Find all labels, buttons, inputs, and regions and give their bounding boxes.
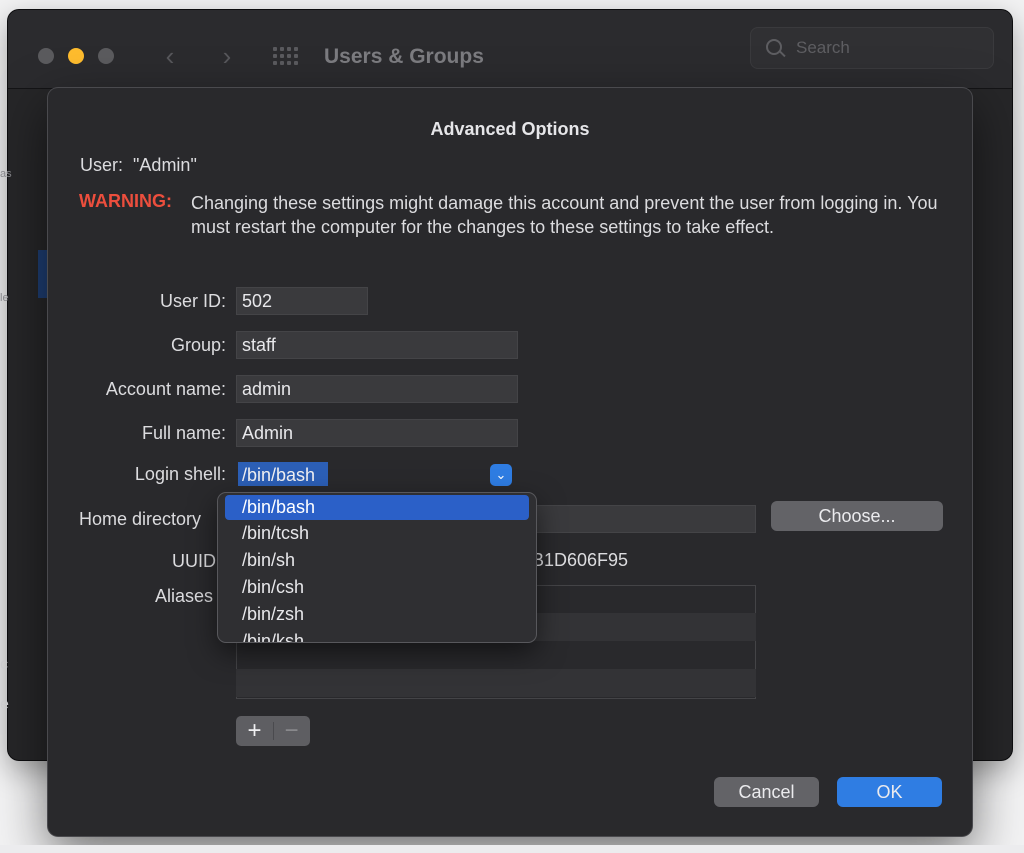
full-name-field[interactable]: Admin <box>236 419 518 447</box>
grid-view-icon[interactable] <box>273 47 299 65</box>
group-label: Group: <box>170 335 226 355</box>
window-titlebar: ‹ › Users & Groups Search <box>8 10 1012 89</box>
ok-button[interactable]: OK <box>837 777 942 807</box>
desktop-edge <box>0 845 1024 853</box>
login-shell-popup[interactable]: /bin/bash ⌄ <box>236 460 518 490</box>
cancel-button[interactable]: Cancel <box>714 777 819 807</box>
behind-text-fragment: c <box>0 656 8 673</box>
menu-item-bin-bash[interactable]: /bin/bash <box>225 495 529 520</box>
search-icon <box>766 39 782 55</box>
home-directory-label: Home directory <box>79 509 202 529</box>
behind-text-fragment: le <box>0 292 9 304</box>
user-id-field[interactable]: 502 <box>236 287 368 315</box>
advanced-options-dialog: Advanced Options User: "Admin" WARNING: … <box>48 88 972 836</box>
full-name-label: Full name: <box>141 423 226 443</box>
behind-text-fragment: e <box>0 696 9 713</box>
user-label: User: <box>80 155 124 175</box>
search-field[interactable]: Search <box>750 27 994 69</box>
close-window-button[interactable] <box>38 48 54 64</box>
zoom-window-button[interactable] <box>98 48 114 64</box>
home-directory-field[interactable] <box>518 505 756 533</box>
sidebar <box>8 130 49 630</box>
group-field[interactable]: staff <box>236 331 518 359</box>
uuid-value: EB1D606F95 <box>520 550 629 570</box>
remove-alias-button[interactable]: − <box>273 716 310 746</box>
add-remove-control: + − <box>236 716 310 746</box>
menu-item-bin-sh[interactable]: /bin/sh <box>225 548 529 573</box>
search-placeholder: Search <box>796 38 850 57</box>
login-shell-value: /bin/bash <box>242 465 316 485</box>
forward-icon[interactable]: › <box>213 39 241 73</box>
account-name-label: Account name: <box>105 379 226 399</box>
list-item[interactable] <box>236 641 756 669</box>
menu-item-bin-ksh[interactable]: /bin/ksh <box>225 629 529 642</box>
account-name-field[interactable]: admin <box>236 375 518 403</box>
login-shell-label: Login shell: <box>134 464 226 484</box>
login-shell-menu: /bin/bash /bin/tcsh /bin/sh /bin/csh /bi… <box>218 493 536 642</box>
menu-item-bin-tcsh[interactable]: /bin/tcsh <box>225 521 529 546</box>
dialog-title: Advanced Options <box>430 119 590 139</box>
behind-text-fragment: as <box>0 168 12 180</box>
list-item[interactable] <box>236 669 756 697</box>
warning-label: WARNING: <box>79 191 172 211</box>
warning-text: Changing these settings might damage thi… <box>191 193 938 237</box>
uuid-label: UUID <box>172 551 216 571</box>
back-icon[interactable]: ‹ <box>156 39 184 73</box>
choose-button[interactable]: Choose... <box>771 501 943 531</box>
add-alias-button[interactable]: + <box>236 716 273 746</box>
menu-item-bin-zsh[interactable]: /bin/zsh <box>225 602 529 627</box>
aliases-label: Aliases <box>155 586 214 606</box>
user-id-label: User ID: <box>159 291 226 311</box>
window-title: Users & Groups <box>324 45 484 68</box>
user-value: "Admin" <box>133 155 197 175</box>
minimize-window-button[interactable] <box>68 48 84 64</box>
chevron-down-icon[interactable]: ⌄ <box>490 464 512 486</box>
user-line: User: "Admin" <box>80 155 197 176</box>
menu-item-bin-csh[interactable]: /bin/csh <box>225 575 529 600</box>
